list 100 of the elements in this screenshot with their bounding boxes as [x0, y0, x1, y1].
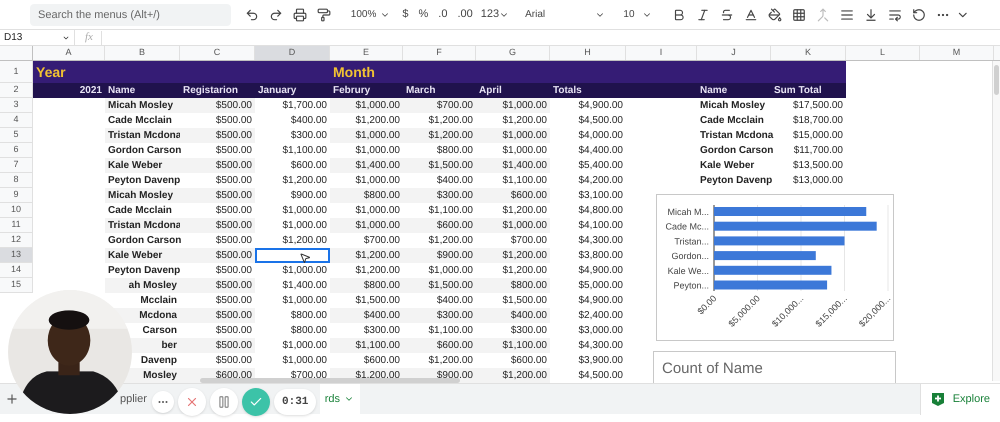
- row-header[interactable]: 9: [0, 188, 33, 203]
- column-header[interactable]: M: [920, 46, 994, 60]
- table-cell: $500.00: [180, 278, 255, 293]
- table-cell-text: $1,200.00: [502, 264, 548, 278]
- table-cell-text: $1,100.00: [428, 204, 474, 218]
- table-cell: $500.00: [180, 188, 255, 203]
- table-cell: $500.00: [180, 218, 255, 233]
- table-cell-text: $500.00: [214, 204, 253, 218]
- table-cell-text: $1,000.00: [282, 339, 328, 353]
- row-header[interactable]: 1: [0, 61, 33, 83]
- column-header[interactable]: A: [33, 46, 105, 60]
- table-cell: $1,200.00: [476, 368, 550, 383]
- table-cell: $800.00: [330, 188, 403, 203]
- table-cell-text: $500.00: [214, 174, 253, 188]
- table-cell: $500.00: [180, 98, 255, 113]
- table-cell-text: $800.00: [436, 144, 474, 158]
- table-cell-text: Gordon Carson: [699, 144, 771, 158]
- table-cell-text: $1,000.00: [428, 264, 474, 278]
- table-cell: $1,200.00: [403, 128, 476, 143]
- column-header[interactable]: E: [330, 46, 403, 60]
- percent-button[interactable]: %: [414, 4, 432, 26]
- column-header[interactable]: I: [626, 46, 697, 60]
- table-cell-text: $800.00: [290, 309, 328, 323]
- row-header[interactable]: 8: [0, 173, 33, 188]
- table-cell: $1,000.00: [476, 128, 550, 143]
- table-cell-text: $1,000.00: [502, 144, 548, 158]
- table-cell-text: Mcclain: [139, 294, 178, 308]
- search-field[interactable]: Search the menus (Alt+/): [30, 4, 231, 26]
- decrease-decimals-button[interactable]: .0: [434, 4, 452, 26]
- table-cell-text: $1,200.00: [502, 204, 548, 218]
- row-header[interactable]: 14: [0, 263, 33, 278]
- table-cell: $600.00: [403, 218, 476, 233]
- table-cell-text: $11,700.00: [792, 144, 844, 158]
- currency-button[interactable]: $: [398, 4, 412, 26]
- sheet-tab[interactable]: pplier: [120, 391, 152, 407]
- sheet-tab[interactable]: rds: [320, 384, 360, 414]
- zoom-dropdown[interactable]: 100%: [344, 4, 396, 26]
- table-cell-text: $4,400.00: [578, 144, 624, 158]
- increase-decimals-button[interactable]: .00: [453, 4, 477, 26]
- row-header[interactable]: 5: [0, 128, 33, 143]
- row-header[interactable]: 2: [0, 83, 33, 98]
- table-cell: $400.00: [476, 308, 550, 323]
- table-cell-text: $5,000.00: [578, 279, 624, 293]
- table-cell: $1,500.00: [403, 158, 476, 173]
- table-cell: $900.00: [403, 248, 476, 263]
- table-cell: $500.00: [180, 338, 255, 353]
- chart-title: Count of Name: [662, 360, 763, 377]
- row-header[interactable]: 4: [0, 113, 33, 128]
- name-box[interactable]: D13: [0, 30, 75, 45]
- row-header[interactable]: 3: [0, 98, 33, 113]
- table-cell-text: $1,000.00: [282, 264, 328, 278]
- explore-button[interactable]: Explore: [920, 384, 1000, 414]
- row-header[interactable]: 7: [0, 158, 33, 173]
- number-format-dropdown[interactable]: 123: [478, 4, 512, 26]
- font-dropdown[interactable]: Arial: [519, 4, 612, 26]
- column-header[interactable]: F: [403, 46, 476, 60]
- row-header[interactable]: 12: [0, 233, 33, 248]
- row-header[interactable]: 6: [0, 143, 33, 158]
- table-cell-text: $1,000.00: [282, 204, 328, 218]
- column-header[interactable]: D: [255, 46, 330, 60]
- table-cell-text: $500.00: [214, 144, 253, 158]
- group-heading: Year: [36, 62, 66, 82]
- table-cell: Micah Mosley: [105, 98, 180, 113]
- table-cell-text: Cade Mcclain: [699, 114, 765, 128]
- table-cell-text: $1,100.00: [282, 144, 328, 158]
- table-cell-text: $300.00: [362, 324, 401, 338]
- table-cell: $1,100.00: [476, 338, 550, 353]
- column-header[interactable]: K: [771, 46, 846, 60]
- table-cell: $600.00: [403, 338, 476, 353]
- font-size-dropdown[interactable]: 10: [617, 4, 658, 26]
- table-cell-text: Peyton Davenp: [699, 174, 771, 188]
- row-header[interactable]: 15: [0, 278, 33, 293]
- table-cell-text: $13,500.00: [792, 159, 844, 173]
- table-cell-text: $300.00: [510, 324, 548, 338]
- column-header[interactable]: H: [550, 46, 626, 60]
- table-cell-text: Micah Mosley: [699, 99, 766, 113]
- column-header[interactable]: J: [697, 46, 771, 60]
- table-cell-text: $4,500.00: [578, 369, 624, 383]
- column-header[interactable]: L: [846, 46, 920, 60]
- table-cell: $300.00: [403, 308, 476, 323]
- table-cell-text: $1,400.00: [282, 279, 328, 293]
- table-cell: $1,500.00: [403, 278, 476, 293]
- column-heading: Sum Total: [774, 84, 822, 98]
- table-cell: $500.00: [180, 248, 255, 263]
- column-heading: Name: [108, 84, 136, 98]
- table-cell-text: $700.00: [290, 369, 328, 383]
- row-header[interactable]: 11: [0, 218, 33, 233]
- table-cell-text: $1,200.00: [354, 264, 401, 278]
- row-header[interactable]: 10: [0, 203, 33, 218]
- table-cell: $1,200.00: [476, 248, 550, 263]
- column-heading: January: [258, 84, 296, 98]
- table-cell-text: $500.00: [214, 354, 253, 368]
- chart-card[interactable]: Count of Name: [653, 351, 896, 383]
- table-cell-text: $500.00: [214, 234, 253, 248]
- table-cell-text: $600.00: [290, 159, 328, 173]
- column-header[interactable]: G: [476, 46, 550, 60]
- column-header[interactable]: B: [105, 46, 180, 60]
- table-cell-text: $400.00: [436, 174, 474, 188]
- table-cell-text: $1,000.00: [282, 294, 328, 308]
- row-header[interactable]: 13: [0, 248, 33, 263]
